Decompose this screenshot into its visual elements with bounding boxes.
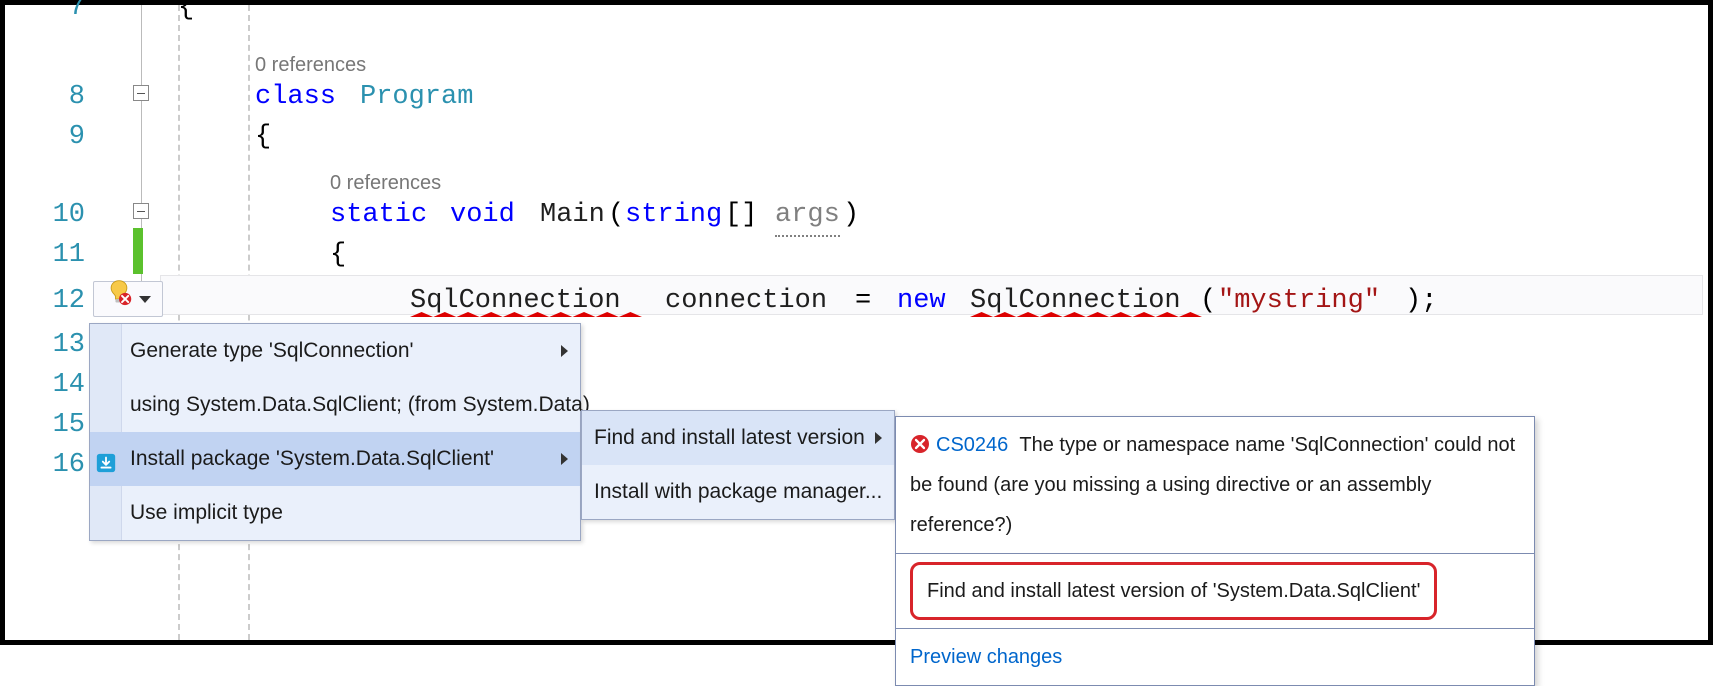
- chevron-down-icon: [139, 296, 151, 303]
- menu-item-install-package[interactable]: Install package 'System.Data.SqlClient': [90, 432, 580, 486]
- brace-open: {: [330, 235, 346, 275]
- kw-static: static: [330, 195, 427, 235]
- param-type: string: [625, 195, 722, 235]
- menu-item-label: Install with package manager...: [594, 472, 882, 512]
- chevron-right-icon: [561, 453, 568, 465]
- paren-close: ): [843, 195, 859, 235]
- quick-action-preview: CS0246 The type or namespace name 'SqlCo…: [895, 416, 1535, 686]
- kw-new: new: [897, 281, 946, 321]
- line-number: 13: [5, 325, 85, 365]
- menu-item-label: Find and install latest version: [594, 418, 865, 458]
- fold-toggle[interactable]: [133, 203, 149, 219]
- install-submenu: Find and install latest version Install …: [581, 410, 895, 520]
- preview-changes-link[interactable]: Preview changes: [910, 646, 1062, 668]
- kw-void: void: [450, 195, 515, 235]
- error-code[interactable]: CS0246: [936, 434, 1008, 456]
- brace-open: {: [178, 0, 194, 28]
- assign: =: [855, 281, 871, 321]
- method-name: Main: [540, 195, 605, 235]
- lightbulb-error-icon: [105, 278, 133, 320]
- menu-item-label: Generate type 'SqlConnection': [130, 331, 414, 371]
- chevron-right-icon: [875, 432, 882, 444]
- action-text: Find and install latest version of 'Syst…: [927, 580, 1420, 602]
- line-number: 8: [5, 77, 85, 117]
- menu-item-label: Install package 'System.Data.SqlClient': [130, 439, 494, 479]
- brace-open: {: [255, 117, 271, 157]
- line-number: 9: [5, 117, 85, 157]
- brackets: []: [725, 195, 757, 235]
- paren-open: (: [1200, 281, 1216, 321]
- kw-class: class: [255, 77, 336, 117]
- menu-item-generate-type[interactable]: Generate type 'SqlConnection': [90, 324, 580, 378]
- package-download-icon: [95, 448, 117, 470]
- action-row: Find and install latest version of 'Syst…: [896, 554, 1534, 628]
- menu-item-label: Use implicit type: [130, 493, 283, 533]
- submenu-item-find-latest[interactable]: Find and install latest version: [582, 411, 894, 465]
- error-icon: [910, 434, 930, 454]
- param-name: args: [775, 195, 840, 237]
- diagnostic-row: CS0246 The type or namespace name 'SqlCo…: [896, 417, 1534, 553]
- line-number: 11: [5, 235, 85, 275]
- line-number: 14: [5, 365, 85, 405]
- change-marker: [133, 228, 143, 274]
- action-highlight: Find and install latest version of 'Syst…: [910, 562, 1437, 620]
- menu-item-label: using System.Data.SqlClient; (from Syste…: [130, 385, 590, 425]
- type-name: Program: [360, 77, 473, 117]
- line-number: 15: [5, 405, 85, 445]
- line-number: 12: [5, 281, 85, 321]
- menu-item-add-using[interactable]: using System.Data.SqlClient; (from Syste…: [90, 378, 580, 432]
- line-number: 7: [5, 0, 85, 28]
- quick-actions-menu: Generate type 'SqlConnection' using Syst…: [89, 323, 581, 541]
- code-editor[interactable]: 7 8 9 10 11 12 13 14 15 16 { 0 reference…: [5, 5, 1708, 640]
- line-number: 16: [5, 445, 85, 485]
- submenu-item-package-manager[interactable]: Install with package manager...: [582, 465, 894, 519]
- chevron-right-icon: [561, 345, 568, 357]
- paren-open: (: [608, 195, 624, 235]
- quick-actions-button[interactable]: [93, 281, 163, 317]
- fold-toggle[interactable]: [133, 85, 149, 101]
- preview-changes-row[interactable]: Preview changes: [896, 629, 1534, 685]
- paren-close-semi: );: [1405, 281, 1437, 321]
- gutter: 7 8 9 10 11 12 13 14 15 16: [5, 5, 95, 640]
- line-number: 10: [5, 195, 85, 235]
- menu-item-use-implicit-type[interactable]: Use implicit type: [90, 486, 580, 540]
- var-name: connection: [665, 281, 827, 321]
- string-literal: "mystring": [1218, 281, 1380, 321]
